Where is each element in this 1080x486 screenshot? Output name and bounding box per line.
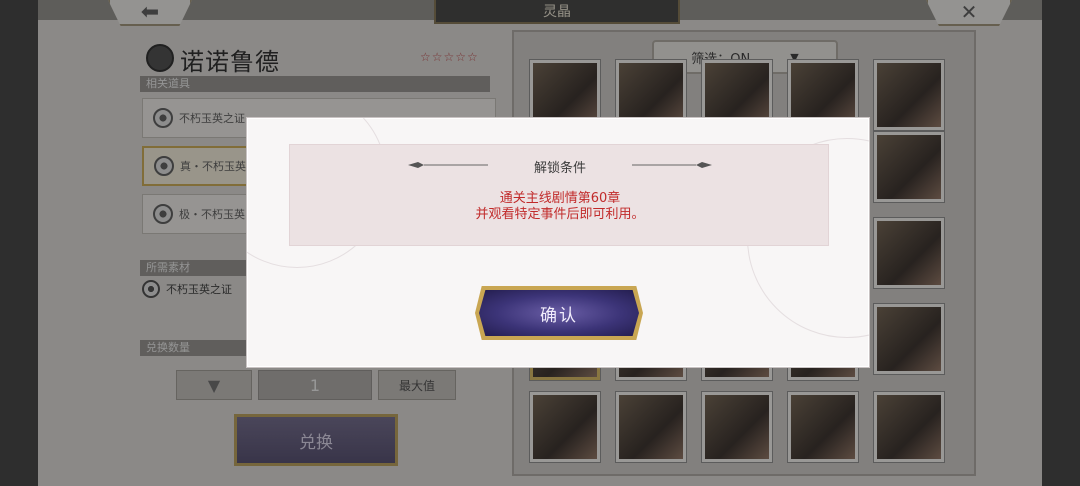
dialog-title: 解锁条件 xyxy=(533,161,586,176)
condition-text: 通关主线剧情第60章 并观看特定事件后即可利用。 xyxy=(290,191,830,223)
condition-line-2: 并观看特定事件后即可利用。 xyxy=(475,207,645,222)
confirm-button[interactable]: 确认 xyxy=(475,286,643,340)
unlock-condition-dialog: 解锁条件 通关主线剧情第60章 并观看特定事件后即可利用。 确认 xyxy=(246,117,870,368)
condition-line-1: 通关主线剧情第60章 xyxy=(499,191,621,206)
confirm-label: 确认 xyxy=(540,305,578,326)
ornament-right-icon xyxy=(632,162,712,168)
condition-box: 解锁条件 通关主线剧情第60章 并观看特定事件后即可利用。 xyxy=(289,144,829,246)
